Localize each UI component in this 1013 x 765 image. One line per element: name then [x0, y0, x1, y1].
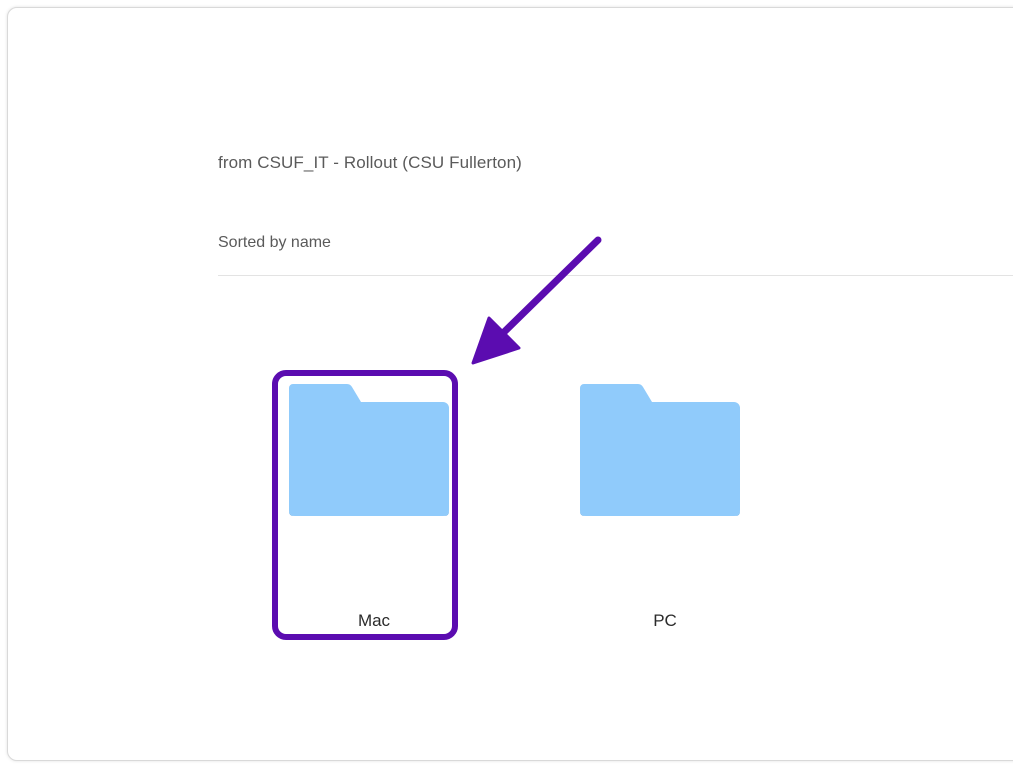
folder-tile-mac[interactable]: Mac	[279, 374, 449, 634]
folder-icon	[289, 384, 449, 516]
folder-label-mac: Mac	[357, 611, 391, 630]
folder-source-text: from CSUF_IT - Rollout (CSU Fullerton)	[218, 153, 522, 172]
header-divider	[218, 275, 1013, 276]
folder-label-pc: PC	[653, 611, 677, 630]
folder-tile-pc[interactable]: PC	[570, 374, 740, 634]
folder-icon	[580, 384, 740, 516]
sort-order-label[interactable]: Sorted by name	[218, 234, 331, 252]
file-browser-panel	[7, 7, 1013, 761]
